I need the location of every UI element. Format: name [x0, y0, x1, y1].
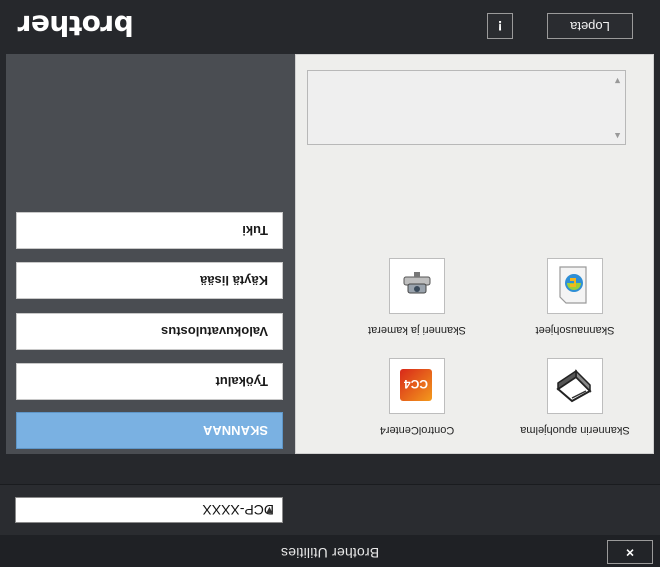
tile-label: Skannausohjeet: [535, 324, 615, 336]
brand-logo: brother: [18, 9, 134, 42]
close-button[interactable]: ×: [607, 540, 653, 564]
window-title: Brother Utilities: [280, 545, 380, 561]
controlcenter4-icon[interactable]: CC4: [389, 358, 445, 414]
sidebar-item-skannaa[interactable]: SKANNAA: [16, 412, 283, 449]
app-header: Lopeta ! brother: [0, 0, 660, 52]
info-textarea[interactable]: ▲ ▼: [307, 70, 626, 145]
tile-scanner-utility[interactable]: Skannerin apuohjelma: [515, 346, 635, 436]
tile-label: Skannerin apuohjelma: [520, 424, 630, 436]
sidebar-item-tuki[interactable]: Tuki: [16, 212, 283, 249]
model-bar: DCP-XXXX ▼: [0, 484, 660, 535]
sidebar-item-tyokalut[interactable]: Työkalut: [16, 363, 283, 400]
scanner-camera-icon[interactable]: [389, 258, 445, 314]
tile-label: ControlCenter4: [379, 424, 455, 436]
tile-scanner-camera[interactable]: Skanneri ja kamerat: [357, 246, 477, 336]
svg-text:CC4: CC4: [404, 377, 428, 391]
chevron-up-icon: ▼: [264, 504, 275, 516]
tile-label: Skanneri ja kamerat: [368, 324, 466, 336]
brother-utilities-window: Brother Utilities × DCP-XXXX ▼ Skannerin…: [0, 0, 660, 567]
exit-button[interactable]: Lopeta: [547, 13, 633, 39]
scan-help-icon[interactable]: [547, 258, 603, 314]
sidebar: SKANNAA Työkalut Valokuvatulostus Käytä …: [6, 54, 295, 454]
scroll-down-arrow-icon[interactable]: ▲: [613, 131, 622, 141]
content-panel: Skannerin apuohjelma ControlCenter4 CC4 …: [295, 54, 654, 454]
info-button[interactable]: !: [487, 13, 513, 39]
sidebar-item-kayta-lisaa[interactable]: Käytä lisää: [16, 262, 283, 299]
tile-controlcenter4[interactable]: ControlCenter4 CC4: [357, 346, 477, 436]
sidebar-item-valokuvatulostus[interactable]: Valokuvatulostus: [16, 313, 283, 350]
tile-scan-help[interactable]: Skannausohjeet: [515, 246, 635, 336]
main-area: Skannerin apuohjelma ControlCenter4 CC4 …: [0, 52, 660, 484]
model-dropdown[interactable]: DCP-XXXX ▼: [15, 497, 283, 523]
title-bar: Brother Utilities ×: [0, 535, 660, 567]
scroll-up-arrow-icon[interactable]: ▼: [613, 76, 622, 86]
scanner-utility-icon[interactable]: [547, 358, 603, 414]
